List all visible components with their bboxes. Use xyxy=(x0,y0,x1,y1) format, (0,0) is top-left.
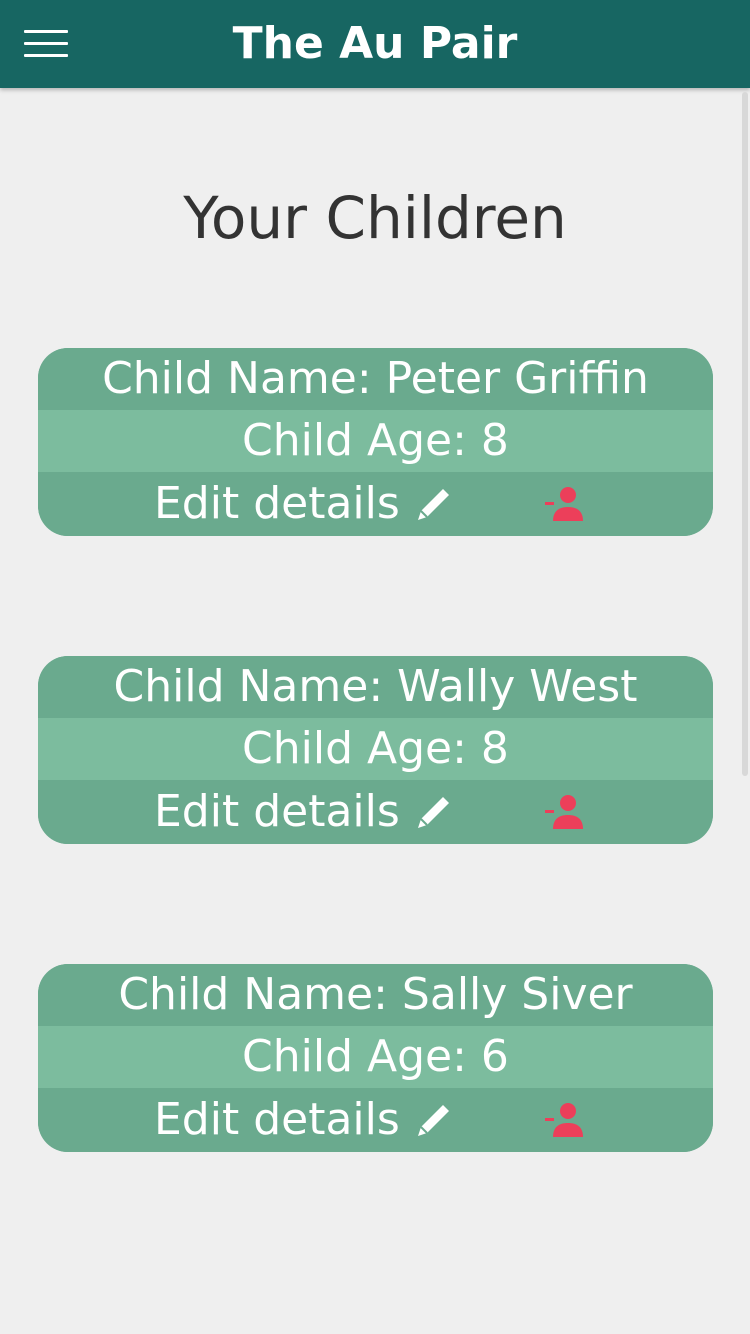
edit-details-label: Edit details xyxy=(154,786,400,837)
app-title: The Au Pair xyxy=(232,18,518,69)
edit-details-button[interactable]: Edit details xyxy=(154,472,456,536)
remove-person-icon[interactable] xyxy=(544,792,588,832)
child-actions: Edit details xyxy=(38,1088,713,1152)
child-age: Child Age: 6 xyxy=(38,1026,713,1088)
child-name: Child Name: Peter Griffin xyxy=(38,348,713,410)
child-card: Child Name: Peter Griffin Child Age: 8 E… xyxy=(38,348,713,536)
page-title: Your Children xyxy=(183,184,567,252)
pencil-icon xyxy=(417,797,449,828)
child-actions: Edit details xyxy=(38,472,713,536)
pencil-icon xyxy=(417,1105,449,1136)
child-name: Child Name: Wally West xyxy=(38,656,713,718)
edit-details-label: Edit details xyxy=(154,1094,400,1145)
remove-person-icon[interactable] xyxy=(544,1100,588,1140)
app-header: The Au Pair xyxy=(0,0,750,88)
child-age: Child Age: 8 xyxy=(38,718,713,780)
remove-person-icon[interactable] xyxy=(544,484,588,524)
child-card: Child Name: Wally West Child Age: 8 Edit… xyxy=(38,656,713,844)
edit-details-button[interactable]: Edit details xyxy=(154,1088,456,1152)
edit-details-label: Edit details xyxy=(154,478,400,529)
pencil-icon xyxy=(417,489,449,520)
child-card: Child Name: Sally Siver Child Age: 6 Edi… xyxy=(38,964,713,1152)
child-age: Child Age: 8 xyxy=(38,410,713,472)
edit-details-button[interactable]: Edit details xyxy=(154,780,456,844)
child-name: Child Name: Sally Siver xyxy=(38,964,713,1026)
child-actions: Edit details xyxy=(38,780,713,844)
